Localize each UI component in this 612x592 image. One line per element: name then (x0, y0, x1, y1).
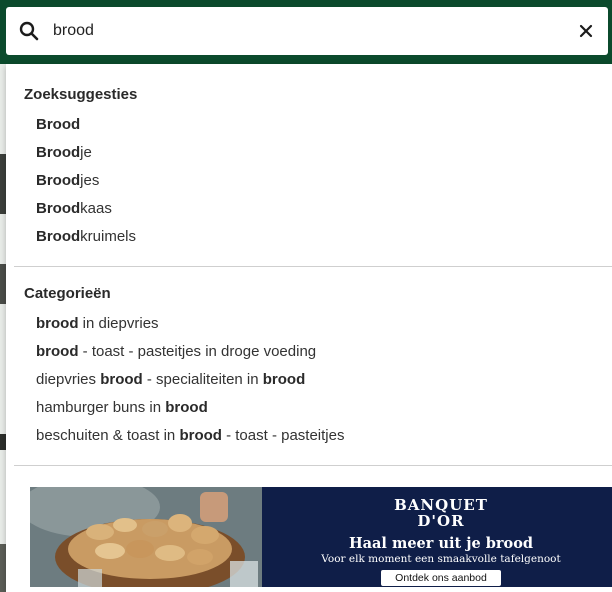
suggestion-item[interactable]: Broodkaas (24, 195, 612, 223)
suggestion-match: Brood (36, 116, 81, 133)
search-dropdown: Zoeksuggesties Brood Broodje Broodjes Brood… (6, 64, 612, 592)
suggestion-item[interactable]: Brood (24, 111, 612, 139)
suggestion-match: Brood (36, 228, 81, 245)
suggestion-match: Brood (36, 200, 81, 217)
category-match: brood (36, 315, 79, 332)
suggestion-rest: je (80, 144, 92, 161)
section-title-categories: Categorieën (24, 285, 111, 302)
category-text: in diepvries (78, 315, 159, 332)
search-bar (6, 7, 608, 55)
categories-section: Categorieën brood in diepvries brood - to… (6, 267, 612, 450)
suggestion-rest: kruimels (80, 228, 137, 245)
search-icon[interactable] (19, 21, 39, 41)
suggestion-item[interactable]: Broodjes (24, 167, 612, 195)
promo-banner[interactable]: BANQUET D'OR Haal meer uit je brood Voor… (30, 487, 612, 587)
category-item[interactable]: hamburger buns in brood (24, 394, 612, 422)
suggestion-match: Brood (36, 172, 81, 189)
category-match: brood (262, 371, 306, 388)
suggestion-list: Brood Broodje Broodjes Broodkaas Broodkruime… (24, 111, 612, 251)
category-match: brood (100, 371, 143, 388)
bread-basket-image (30, 487, 262, 587)
suggestion-item[interactable]: Broodje (24, 139, 612, 167)
category-list: brood in diepvries brood - toast - pastei… (24, 310, 612, 450)
close-icon[interactable] (574, 19, 598, 43)
category-text: - toast - pasteitjes (221, 427, 345, 444)
category-item[interactable]: beschuiten & toast in brood - toast - pa… (24, 422, 612, 450)
category-item[interactable]: brood - toast - pasteitjes in droge voed… (24, 338, 612, 366)
category-text: diepvries (36, 371, 101, 388)
divider (14, 465, 612, 466)
suggestion-item[interactable]: Broodkruimels (24, 223, 612, 251)
promo-subline: Voor elk moment een smaakvolle tafelgeno… (321, 553, 561, 565)
promo-text: BANQUET D'OR Haal meer uit je brood Voor… (270, 487, 612, 587)
suggestion-match: Brood (36, 144, 81, 161)
promo-headline: Haal meer uit je brood (348, 535, 534, 552)
brand-logo: BANQUET D'OR (270, 497, 612, 529)
promo-cta-button[interactable]: Ontdek ons aanbod (381, 570, 501, 586)
suggestions-section: Zoeksuggesties Brood Broodje Broodjes Brood… (6, 64, 612, 251)
category-item[interactable]: brood in diepvries (24, 310, 612, 338)
brand-logo-line1: BANQUET (394, 496, 488, 514)
category-text: hamburger buns in (36, 399, 166, 416)
brand-logo-line2: D'OR (417, 512, 465, 530)
category-text: - toast - pasteitjes in droge voeding (78, 343, 317, 360)
category-match: brood (36, 343, 79, 360)
suggestion-rest: jes (80, 172, 100, 189)
category-item[interactable]: diepvries brood - specialiteiten in broo… (24, 366, 612, 394)
category-text: - specialiteiten in (142, 371, 263, 388)
search-input[interactable] (53, 22, 533, 40)
suggestion-rest: kaas (80, 200, 112, 217)
category-text: beschuiten & toast in (36, 427, 180, 444)
section-title-suggestions: Zoeksuggesties (24, 86, 138, 103)
category-match: brood (165, 399, 208, 416)
category-match: brood (179, 427, 222, 444)
